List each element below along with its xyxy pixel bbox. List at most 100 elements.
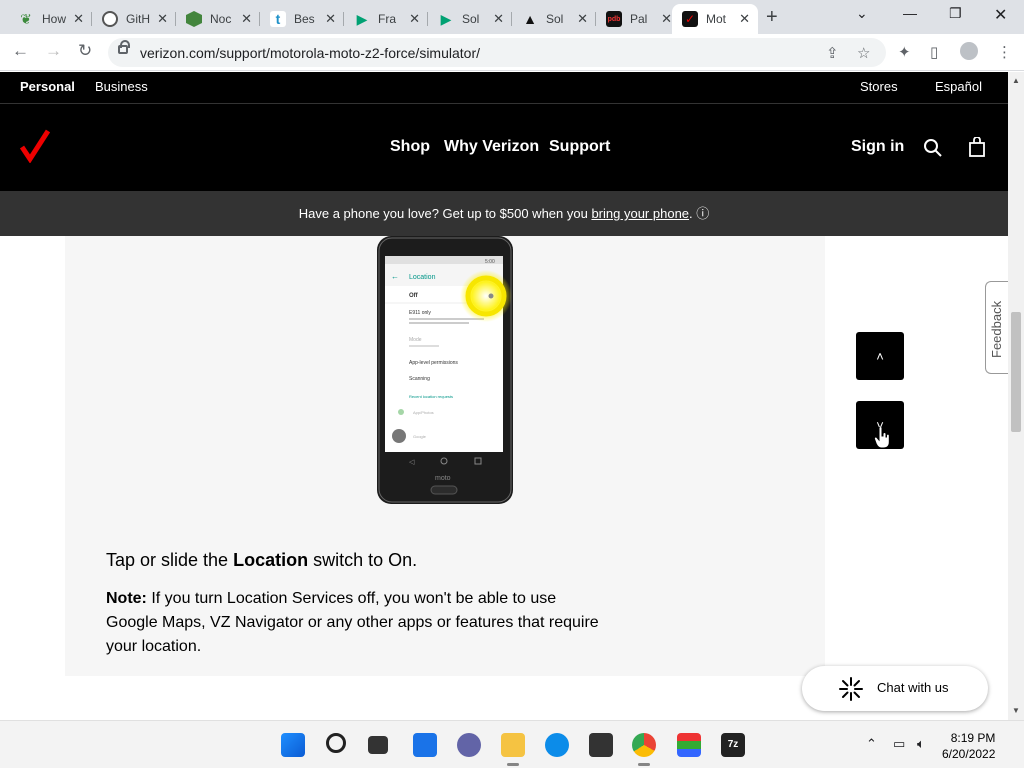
- feedback-tab[interactable]: Feedback: [985, 281, 1008, 374]
- main-nav: Shop Why Verizon Support Sign in: [0, 104, 1008, 191]
- volume-icon[interactable]: 🔈︎: [917, 736, 925, 752]
- scroll-up-arrow-icon[interactable]: ▲: [1012, 76, 1020, 85]
- lock-icon: [118, 40, 130, 54]
- close-tab-icon[interactable]: ✕: [493, 11, 504, 27]
- cart-icon[interactable]: [969, 137, 985, 157]
- browser-tab[interactable]: ▶ Sol ✕: [428, 4, 512, 34]
- store-icon[interactable]: [589, 733, 613, 757]
- reload-icon[interactable]: ↻: [78, 41, 92, 61]
- side-panel-icon[interactable]: ▯: [930, 43, 938, 61]
- back-icon[interactable]: ←: [12, 41, 29, 61]
- bookmark-star-icon[interactable]: ☆: [857, 44, 870, 62]
- scrollbar-thumb[interactable]: [1011, 312, 1021, 432]
- teams-chat-icon[interactable]: [457, 733, 481, 757]
- tab-strip: ❦ How ✕ GitH ✕ Noc ✕ t Bes ✕ ▶ Fra ✕ ▶ S…: [0, 0, 1024, 34]
- phone-item: E911 only: [409, 310, 431, 316]
- browser-toolbar: ← → ↻ verizon.com/support/motorola-moto-…: [0, 34, 1024, 71]
- nav-support[interactable]: Support: [549, 138, 610, 156]
- search-icon[interactable]: [923, 138, 943, 158]
- github-icon: [102, 11, 118, 27]
- edge-icon[interactable]: [545, 733, 569, 757]
- phone-nav-back-icon: ◁: [409, 459, 415, 466]
- url-text[interactable]: verizon.com/support/motorola-moto-z2-for…: [140, 45, 480, 61]
- close-window-icon[interactable]: ✕: [994, 5, 1007, 25]
- next-step-button[interactable]: ˅: [856, 401, 904, 449]
- menu-dots-icon[interactable]: ⋮: [997, 43, 1012, 61]
- phone-item: App-level permissions: [409, 360, 458, 366]
- close-tab-icon[interactable]: ✕: [157, 11, 168, 27]
- tab-search-icon[interactable]: ⌄: [856, 5, 868, 22]
- step-note: Note: If you turn Location Services off,…: [106, 590, 599, 655]
- simulator-step-card: 5:00 ← Location Off E911 only Mode App-l…: [65, 236, 825, 676]
- promo-info-icon[interactable]: . ⓘ: [689, 206, 709, 221]
- minimize-icon[interactable]: —: [903, 5, 917, 21]
- browser-tab[interactable]: t Bes ✕: [260, 4, 344, 34]
- phone-simulator-image[interactable]: 5:00 ← Location Off E911 only Mode App-l…: [343, 236, 623, 536]
- phone-brand: moto: [435, 475, 451, 482]
- browser-tab[interactable]: ▶ Fra ✕: [344, 4, 428, 34]
- chat-with-us-button[interactable]: Chat with us: [802, 666, 988, 711]
- leaf-icon: ❦: [20, 10, 32, 27]
- play-icon: ▶: [440, 10, 452, 27]
- close-tab-icon[interactable]: ✕: [73, 11, 84, 27]
- verizon-check-icon: ✓: [682, 11, 698, 27]
- espanol-link[interactable]: Español: [935, 79, 982, 94]
- phone-item: Mode: [409, 337, 422, 343]
- bluestacks-icon[interactable]: [677, 733, 701, 757]
- network-icon[interactable]: ▭: [893, 736, 905, 752]
- personal-link[interactable]: Personal: [20, 79, 75, 94]
- close-tab-icon[interactable]: ✕: [325, 11, 336, 27]
- address-bar[interactable]: verizon.com/support/motorola-moto-z2-for…: [108, 38, 886, 67]
- nav-why-verizon[interactable]: Why Verizon: [444, 138, 539, 156]
- step-instruction: Tap or slide the Location switch to On.: [106, 550, 418, 570]
- pdb-icon: pdb: [606, 11, 622, 27]
- phone-item: App/Photos: [413, 410, 434, 415]
- browser-tab[interactable]: GitH ✕: [92, 4, 176, 34]
- restore-icon[interactable]: ❐: [949, 5, 962, 22]
- triangle-icon: ▲: [523, 11, 537, 27]
- phone-location-header: Location: [409, 274, 436, 281]
- start-icon[interactable]: [281, 733, 305, 757]
- phone-back-arrow-icon: ←: [391, 272, 399, 281]
- 7zip-icon[interactable]: 7z: [721, 733, 745, 757]
- business-link[interactable]: Business: [95, 79, 148, 94]
- browser-tab[interactable]: Noc ✕: [176, 4, 260, 34]
- sign-in-link[interactable]: Sign in: [851, 138, 904, 156]
- task-view-icon[interactable]: [368, 736, 388, 754]
- chat-spark-icon: [839, 677, 863, 701]
- browser-tab[interactable]: pdb Pal ✕: [596, 4, 680, 34]
- scroll-down-arrow-icon[interactable]: ▼: [1012, 706, 1020, 715]
- forward-icon[interactable]: →: [45, 41, 62, 61]
- previous-step-button[interactable]: ˄: [856, 332, 904, 380]
- phone-item: Scanning: [409, 376, 430, 382]
- browser-tab[interactable]: ▲ Sol ✕: [512, 4, 596, 34]
- share-icon[interactable]: ⇪: [826, 44, 839, 62]
- close-tab-icon[interactable]: ✕: [739, 11, 750, 27]
- browser-tab[interactable]: ❦ How ✕: [8, 4, 92, 34]
- close-tab-icon[interactable]: ✕: [577, 11, 588, 27]
- nav-shop[interactable]: Shop: [390, 138, 430, 156]
- web-page: Personal Business Stores Español Shop Wh…: [0, 72, 1008, 720]
- stores-link[interactable]: Stores: [860, 79, 898, 94]
- play-icon: ▶: [356, 10, 368, 27]
- taskbar-clock[interactable]: 8:19 PM 6/20/2022: [942, 730, 995, 762]
- promo-banner: Have a phone you love? Get up to $500 wh…: [0, 191, 1008, 236]
- chrome-icon[interactable]: [632, 733, 656, 766]
- verizon-logo-icon[interactable]: [20, 129, 50, 163]
- extensions-icon[interactable]: ✦: [898, 43, 911, 61]
- utility-bar: Personal Business Stores Español: [0, 72, 1008, 104]
- profile-avatar-icon[interactable]: [960, 42, 978, 60]
- phone-item: Recent location requests: [409, 394, 453, 399]
- widgets-icon[interactable]: [413, 733, 437, 757]
- close-tab-icon[interactable]: ✕: [409, 11, 420, 27]
- promo-text: Have a phone you love? Get up to $500 wh…: [298, 206, 592, 221]
- browser-tab-active[interactable]: ✓ Mot ✕: [672, 4, 758, 34]
- close-tab-icon[interactable]: ✕: [661, 11, 672, 27]
- close-tab-icon[interactable]: ✕: [241, 11, 252, 27]
- search-taskbar-icon[interactable]: [326, 733, 346, 753]
- file-explorer-icon[interactable]: [501, 733, 525, 766]
- new-tab-icon[interactable]: +: [766, 6, 778, 29]
- page-scrollbar[interactable]: ▲ ▼: [1008, 72, 1024, 720]
- promo-link[interactable]: bring your phone: [591, 206, 689, 221]
- show-hidden-icons-icon[interactable]: ⌃: [866, 736, 877, 752]
